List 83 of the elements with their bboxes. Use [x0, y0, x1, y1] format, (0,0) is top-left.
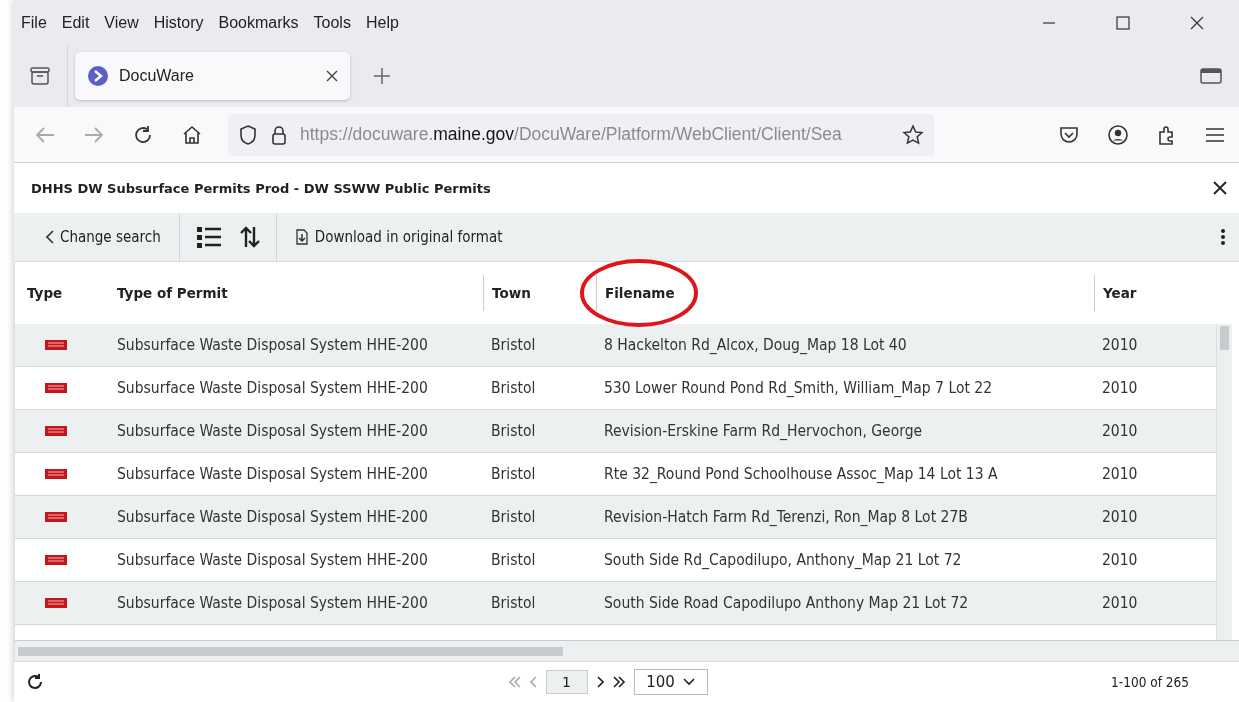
table-cell-text: Bristol: [490, 507, 537, 528]
maximize-icon[interactable]: [1116, 15, 1130, 30]
table-cell-text: 2010: [1101, 593, 1139, 614]
column-header[interactable]: Type of Permit: [105, 275, 483, 311]
lock-icon: [270, 123, 288, 146]
column-header[interactable]: Year: [1094, 275, 1202, 311]
table-cell-text: Subsurface Waste Disposal System HHE-200: [116, 464, 429, 485]
pdf-file-icon: [45, 598, 67, 608]
table-cell-text: 2010: [1101, 550, 1139, 571]
menu-item[interactable]: File: [21, 13, 47, 32]
pdf-file-icon: [45, 469, 67, 479]
column-header[interactable]: Type: [15, 275, 105, 311]
horizontal-scrollbar[interactable]: [15, 640, 1239, 661]
table-cell-text: Bristol: [490, 421, 537, 442]
table-cell-text: 2010: [1101, 335, 1139, 356]
sort-icon[interactable]: [239, 225, 260, 249]
column-header[interactable]: Filename: [596, 275, 1094, 311]
pdf-file-icon: [45, 383, 67, 393]
close-icon[interactable]: [1213, 181, 1227, 195]
table-cell-text: Subsurface Waste Disposal System HHE-200: [116, 550, 429, 571]
download-icon: [294, 229, 309, 245]
table-cell-text: South Side Road Capodilupo Anthony Map 21 Lot 72: [603, 593, 970, 614]
shield-icon: [238, 123, 258, 146]
dialog-title: DHHS DW Subsurface Permits Prod - DW SSWW Public Permits: [31, 180, 492, 196]
table-cell-text: Revision-Hatch Farm Rd_Terenzi, Ron_Map 8 Lot 27B: [603, 507, 969, 528]
table-cell-text: 8 Hackelton Rd_Alcox, Doug_Map 18 Lot 40: [603, 335, 908, 356]
pdf-file-icon: [45, 555, 67, 565]
menu-item[interactable]: View: [104, 13, 139, 32]
table-cell-text: Subsurface Waste Disposal System HHE-200: [116, 421, 429, 442]
plus-icon[interactable]: [373, 67, 391, 85]
vertical-scrollbar[interactable]: [1216, 324, 1232, 640]
table-cell-text: Bristol: [490, 464, 537, 485]
menu-item[interactable]: Edit: [61, 13, 90, 32]
change-search-button[interactable]: Change search: [42, 224, 165, 250]
table-cell-text: 2010: [1101, 464, 1139, 485]
archive-icon[interactable]: [29, 66, 51, 86]
table-cell-text: Subsurface Waste Disposal System HHE-200: [116, 593, 429, 614]
close-icon[interactable]: [1190, 15, 1204, 30]
table-cell-text: South Side Rd_Capodilupo, Anthony_Map 21 Lot 72: [603, 550, 963, 571]
address-bar[interactable]: https://docuware.maine.gov/DocuWare/Platform/WebClient/Client/Sea: [228, 113, 934, 156]
column-header[interactable]: Town: [483, 275, 596, 311]
table-cell-text: Bristol: [490, 550, 537, 571]
result-count: 1-100 of 265: [1111, 674, 1189, 690]
pdf-file-icon: [45, 340, 67, 350]
menu-item[interactable]: History: [153, 13, 204, 32]
pocket-icon[interactable]: [1058, 124, 1080, 145]
page-number-field[interactable]: 1: [545, 670, 588, 694]
table-cell-text: 530 Lower Round Pond Rd_Smith, William_Map 7 Lot 22: [603, 378, 994, 399]
next-page-icon[interactable]: [595, 676, 604, 688]
home-icon[interactable]: [181, 123, 203, 146]
table-cell-text: Subsurface Waste Disposal System HHE-200: [116, 507, 429, 528]
more-icon[interactable]: [1220, 228, 1226, 246]
last-page-icon[interactable]: [611, 676, 626, 688]
table-cell-text: Bristol: [490, 593, 537, 614]
page-size-dropdown[interactable]: 100: [633, 669, 708, 695]
menu-item[interactable]: Bookmarks: [218, 13, 299, 32]
menu-icon[interactable]: [1205, 126, 1225, 143]
table-cell-text: Subsurface Waste Disposal System HHE-200: [116, 378, 429, 399]
table-cell-text: Rte 32_Round Pond Schoolhouse Assoc_Map 14 Lot 13 A: [603, 464, 999, 485]
table-cell-text: 2010: [1101, 378, 1139, 399]
menu-item[interactable]: Help: [365, 13, 399, 32]
table-cell-text: Bristol: [490, 335, 537, 356]
refresh-icon[interactable]: [26, 673, 44, 691]
star-icon[interactable]: [902, 123, 924, 146]
menu-item[interactable]: Tools: [313, 13, 351, 32]
table-cell-text: Subsurface Waste Disposal System HHE-200: [116, 335, 429, 356]
table-cell-text: 2010: [1101, 421, 1139, 442]
browser-tab[interactable]: DocuWare: [75, 52, 350, 100]
url-text: https://docuware.maine.gov/DocuWare/Platform/WebClient/Client/Sea: [300, 124, 843, 145]
close-icon[interactable]: [326, 70, 338, 82]
table-cell-text: Revision-Erskine Farm Rd_Hervochon, George: [603, 421, 924, 442]
account-icon[interactable]: [1107, 123, 1129, 146]
site-logo-icon: [87, 65, 109, 87]
pdf-file-icon: [45, 426, 67, 436]
caret-icon: [682, 678, 695, 686]
pdf-file-icon: [45, 512, 67, 522]
download-button[interactable]: Download in original format: [290, 224, 507, 250]
table-cell-text: 2010: [1101, 507, 1139, 528]
reload-icon[interactable]: [132, 123, 154, 146]
list-icon[interactable]: [195, 225, 222, 249]
table-cell-text: Bristol: [490, 378, 537, 399]
window-icon[interactable]: [1200, 67, 1222, 85]
chevron-left-icon: [46, 230, 54, 244]
